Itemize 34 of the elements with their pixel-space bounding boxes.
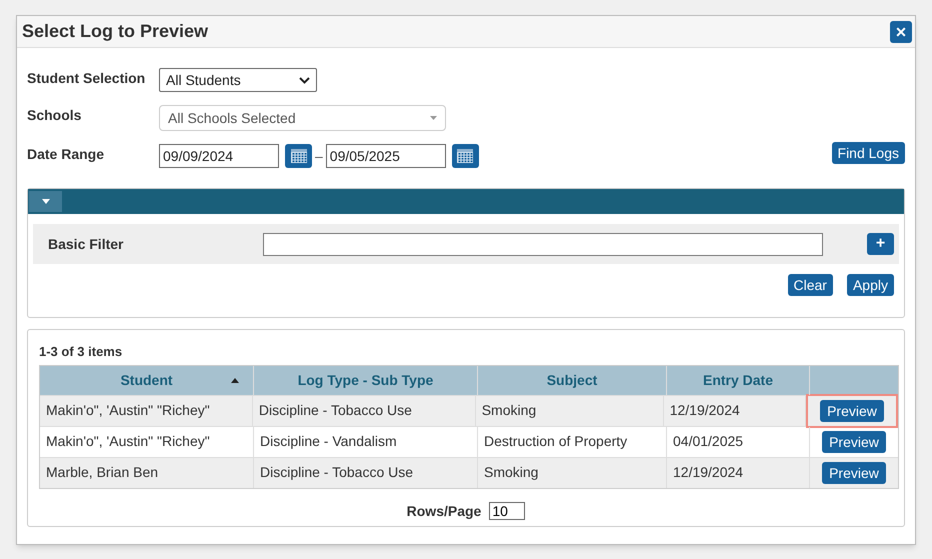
find-logs-button[interactable]: Find Logs — [832, 142, 905, 164]
calendar-icon — [290, 149, 306, 163]
table-cell: Smoking — [478, 458, 667, 488]
chevron-down-icon — [299, 76, 310, 84]
filter-field[interactable] — [263, 232, 823, 256]
item-count: 1-3 of 3 items — [39, 343, 124, 361]
dialog-title: Select Log to Preview — [22, 20, 208, 43]
calendar-icon — [457, 149, 474, 163]
field-label: Schools — [27, 106, 82, 125]
add-filter-button[interactable]: + — [867, 233, 894, 255]
field-label: Date Range — [27, 145, 106, 164]
rows-per-page-label: Rows/Page — [406, 502, 482, 521]
collapse-toggle[interactable] — [29, 191, 62, 212]
close-button[interactable]: × — [890, 20, 912, 42]
rows-per-page-field[interactable]: 10 — [489, 502, 526, 520]
schools-select[interactable]: All Schools Selected — [159, 105, 446, 131]
student-select[interactable]: All Students — [159, 68, 317, 92]
caret-down-icon — [42, 199, 50, 204]
table-cell: 12/19/2024 — [667, 458, 810, 488]
caret-down-icon — [430, 116, 437, 120]
filter-action-button[interactable]: Clear — [788, 274, 833, 296]
field-label: Student Selection — [27, 69, 146, 88]
filter-label: Basic Filter — [48, 234, 124, 254]
date-field[interactable]: 09/09/2024 — [159, 144, 279, 168]
calendar-button[interactable] — [285, 144, 312, 168]
preview-button[interactable]: Preview — [822, 430, 886, 452]
preview-button[interactable]: Preview — [822, 462, 886, 484]
date-field[interactable]: 09/05/2025 — [326, 144, 446, 168]
table-cell: Marble, Brian Ben — [40, 458, 254, 488]
table-cell: Discipline - Tobacco Use — [254, 458, 478, 488]
filter-action-button[interactable]: Apply — [846, 274, 894, 296]
calendar-button[interactable] — [452, 144, 479, 168]
range-separator: – — [315, 146, 323, 166]
preview-button[interactable]: Preview — [820, 400, 884, 422]
